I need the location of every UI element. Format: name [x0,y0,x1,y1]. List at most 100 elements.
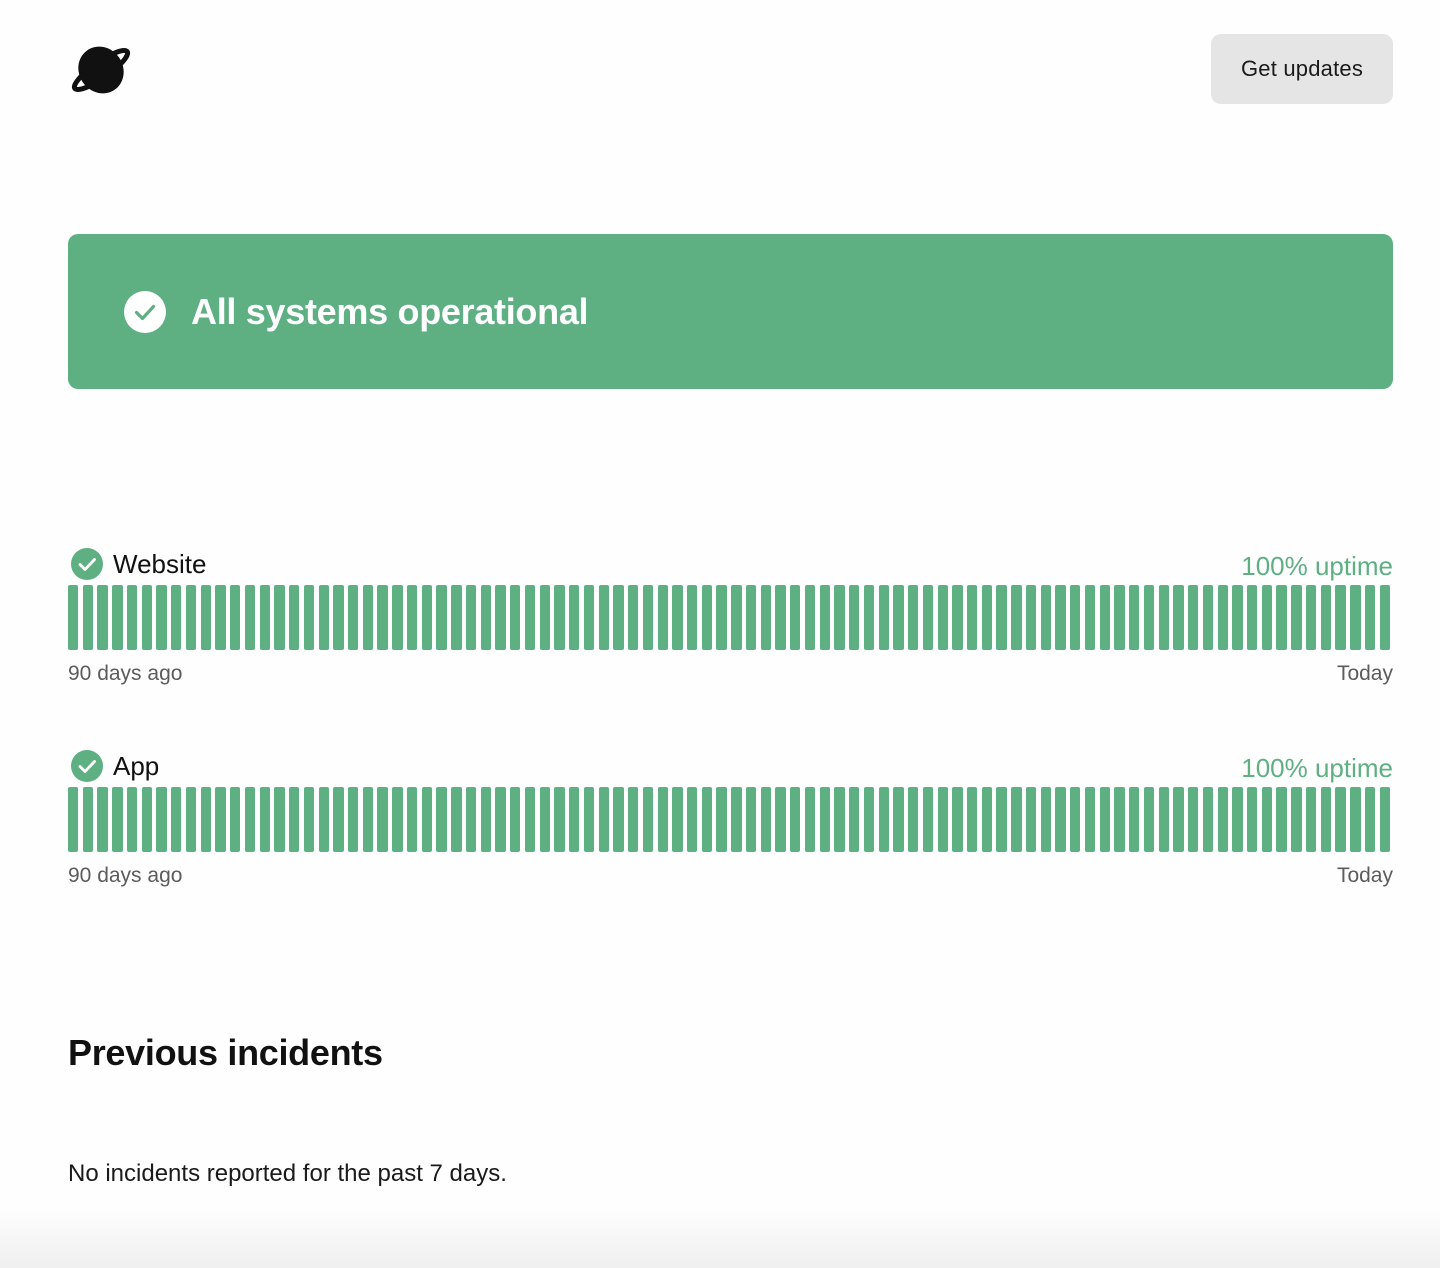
uptime-day-bar[interactable] [274,585,285,650]
uptime-day-bar[interactable] [613,585,624,650]
uptime-day-bar[interactable] [97,787,108,852]
uptime-day-bar[interactable] [1202,787,1214,852]
uptime-day-bar[interactable] [731,787,742,852]
uptime-day-bar[interactable] [82,787,94,852]
uptime-day-bar[interactable] [804,585,816,650]
uptime-day-bar[interactable] [333,585,344,650]
uptime-day-bar[interactable] [289,585,300,650]
uptime-day-bar[interactable] [1364,585,1376,650]
uptime-day-bar[interactable] [952,585,963,650]
uptime-day-bar[interactable] [1335,585,1346,650]
uptime-day-bar[interactable] [760,585,771,650]
uptime-day-bar[interactable] [480,787,491,852]
uptime-day-bar[interactable] [1320,787,1332,852]
uptime-day-bar[interactable] [569,787,580,852]
uptime-day-bar[interactable] [569,585,580,650]
uptime-day-bar[interactable] [598,585,609,650]
uptime-day-bar[interactable] [377,787,388,852]
uptime-day-bar[interactable] [908,787,919,852]
uptime-day-bar[interactable] [348,787,359,852]
uptime-day-bar[interactable] [82,585,94,650]
uptime-day-bar[interactable] [244,787,256,852]
uptime-day-bar[interactable] [230,787,241,852]
uptime-day-bar[interactable] [185,787,197,852]
uptime-day-bar[interactable] [952,787,963,852]
uptime-day-bar[interactable] [893,585,904,650]
uptime-day-bar[interactable] [1114,787,1125,852]
uptime-day-bar[interactable] [908,585,919,650]
uptime-day-bar[interactable] [1232,787,1243,852]
uptime-day-bar[interactable] [760,787,771,852]
uptime-day-bar[interactable] [112,585,123,650]
uptime-day-bar[interactable] [996,585,1007,650]
uptime-day-bar[interactable] [156,585,167,650]
uptime-day-bar[interactable] [230,585,241,650]
uptime-day-bar[interactable] [1320,585,1332,650]
uptime-day-bar[interactable] [583,787,595,852]
uptime-day-bar[interactable] [524,585,536,650]
uptime-day-bar[interactable] [436,585,447,650]
uptime-day-bar[interactable] [1276,585,1287,650]
uptime-day-bar[interactable] [539,585,550,650]
uptime-day-bar[interactable] [171,787,182,852]
uptime-day-bar[interactable] [937,787,948,852]
uptime-day-bar[interactable] [628,585,639,650]
uptime-day-bar[interactable] [967,787,978,852]
uptime-day-bar[interactable] [834,585,845,650]
uptime-day-bar[interactable] [967,585,978,650]
uptime-day-bar[interactable] [392,787,403,852]
uptime-day-bar[interactable] [495,585,506,650]
uptime-day-bar[interactable] [554,787,565,852]
uptime-day-bar[interactable] [1291,585,1302,650]
uptime-day-bar[interactable] [112,787,123,852]
uptime-day-bar[interactable] [1335,787,1346,852]
uptime-day-bar[interactable] [731,585,742,650]
uptime-day-bar[interactable] [156,787,167,852]
uptime-day-bar[interactable] [628,787,639,852]
uptime-day-bar[interactable] [185,585,197,650]
uptime-day-bar[interactable] [775,585,786,650]
uptime-day-bar[interactable] [259,787,270,852]
uptime-day-bar[interactable] [804,787,816,852]
uptime-day-bar[interactable] [583,585,595,650]
uptime-day-bar[interactable] [686,585,698,650]
uptime-day-bar[interactable] [1040,787,1052,852]
uptime-day-bar[interactable] [215,787,226,852]
uptime-day-bar[interactable] [701,585,713,650]
uptime-day-bar[interactable] [1261,585,1273,650]
uptime-day-bar[interactable] [1173,787,1184,852]
uptime-day-bar[interactable] [613,787,624,852]
uptime-day-bar[interactable] [171,585,182,650]
uptime-day-bar[interactable] [215,585,226,650]
uptime-day-bar[interactable] [510,585,521,650]
uptime-day-bar[interactable] [834,787,845,852]
uptime-day-bar[interactable] [1143,787,1155,852]
uptime-day-bar[interactable] [436,787,447,852]
uptime-day-bar[interactable] [1188,787,1199,852]
uptime-day-bar[interactable] [1129,585,1140,650]
uptime-day-bar[interactable] [141,585,153,650]
uptime-day-bar[interactable] [348,585,359,650]
uptime-day-bar[interactable] [878,787,889,852]
uptime-day-bar[interactable] [303,585,315,650]
uptime-day-bar[interactable] [1099,585,1110,650]
uptime-day-bar[interactable] [922,787,934,852]
uptime-day-bar[interactable] [1305,585,1317,650]
uptime-day-bar[interactable] [849,585,860,650]
uptime-day-bar[interactable] [1143,585,1155,650]
uptime-day-bar[interactable] [303,787,315,852]
uptime-day-bar[interactable] [1379,787,1390,852]
uptime-day-bar[interactable] [1055,787,1066,852]
uptime-day-bar[interactable] [1070,585,1081,650]
uptime-day-bar[interactable] [716,787,727,852]
uptime-day-bar[interactable] [97,585,108,650]
uptime-day-bar[interactable] [362,585,374,650]
uptime-day-bar[interactable] [642,787,654,852]
uptime-day-bar[interactable] [775,787,786,852]
uptime-day-bar[interactable] [1276,787,1287,852]
uptime-day-bar[interactable] [362,787,374,852]
uptime-day-bar[interactable] [200,585,211,650]
uptime-day-bar[interactable] [539,787,550,852]
uptime-day-bar[interactable] [657,585,668,650]
uptime-day-bar[interactable] [1070,787,1081,852]
